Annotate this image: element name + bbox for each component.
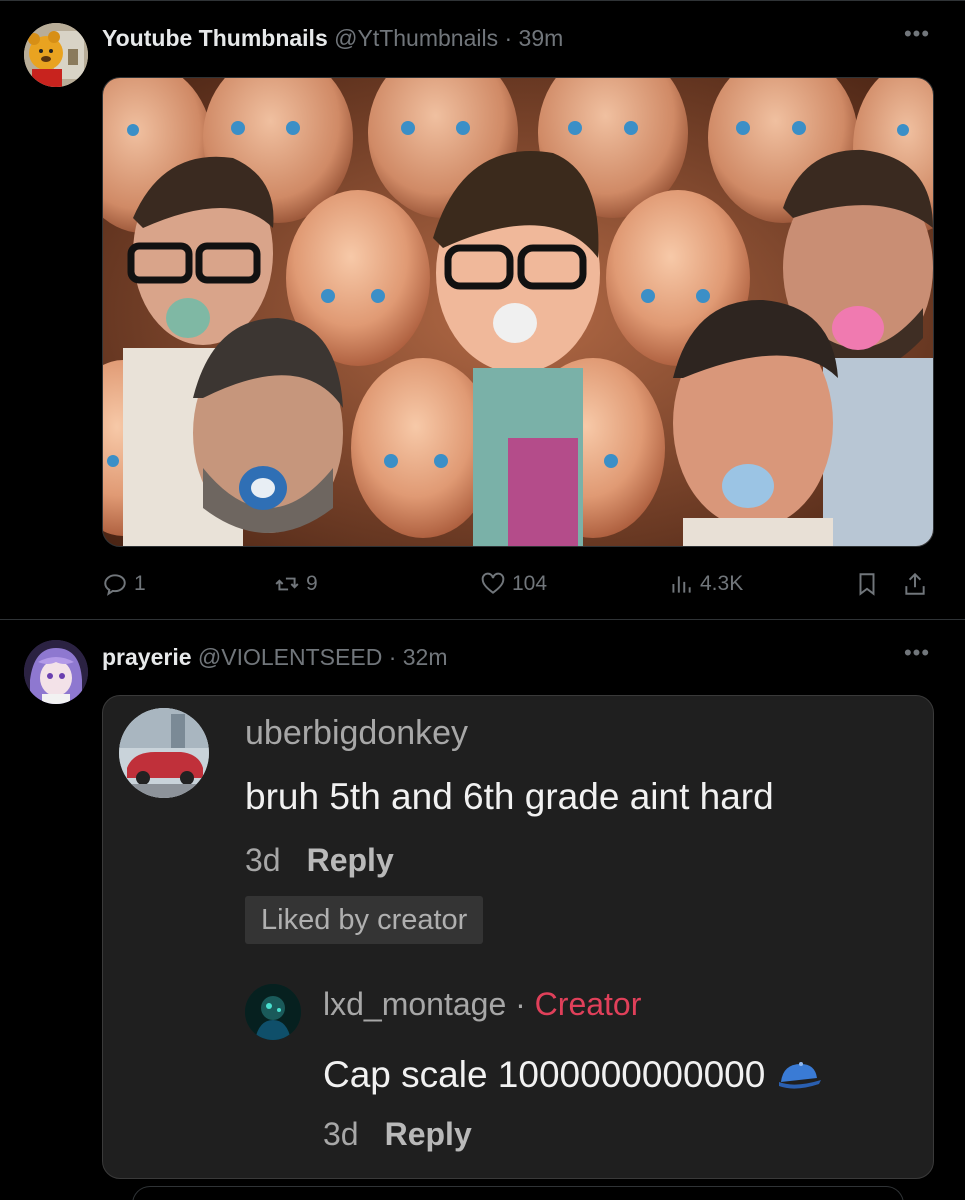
- tweet-post[interactable]: prayerie @VIOLENTSEED · 32m ••• uberbigd…: [0, 619, 965, 1200]
- neon-avatar-icon: [245, 984, 301, 1040]
- post-image[interactable]: uberbigdonkey bruh 5th and 6th grade ain…: [102, 695, 934, 1179]
- winnie-the-pooh-avatar-icon: [24, 23, 88, 87]
- reply-text: Cap scale 1000000000000: [323, 1054, 766, 1095]
- thumbnail-image-icon: [103, 78, 933, 546]
- timeline: Youtube Thumbnails @YtThumbnails · 39m •…: [0, 0, 965, 1200]
- timestamp[interactable]: 39m: [519, 25, 564, 51]
- separator-dot: ·: [388, 644, 397, 670]
- tweet-actions: 1 9 104 4.3K: [102, 564, 934, 604]
- creator-label: Creator: [534, 986, 642, 1022]
- commenter-avatar: [119, 708, 209, 798]
- more-options-icon[interactable]: •••: [899, 23, 935, 53]
- share-button[interactable]: [902, 564, 928, 604]
- reply-age: 3d: [323, 1116, 359, 1152]
- blue-cap-icon: [779, 1062, 822, 1089]
- reply-icon: [104, 574, 126, 596]
- commenter-username: uberbigdonkey: [245, 714, 469, 752]
- reply-meta: 3d Reply: [323, 1116, 472, 1153]
- handle[interactable]: @VIOLENTSEED: [198, 644, 382, 670]
- reply-text-line: Cap scale 1000000000000: [323, 1054, 823, 1096]
- like-count: 104: [512, 572, 548, 595]
- reply-username-line: lxd_montage · Creator: [323, 986, 641, 1023]
- avatar[interactable]: [24, 640, 88, 704]
- separator-dot: ·: [504, 25, 513, 51]
- bookmark-icon: [859, 573, 875, 596]
- separator-dot: ·: [515, 986, 526, 1022]
- retweet-count: 9: [306, 572, 318, 595]
- reply-reply-link: Reply: [384, 1116, 472, 1152]
- heart-icon: [481, 572, 505, 594]
- retweet-icon: [275, 577, 299, 591]
- tweet-post[interactable]: Youtube Thumbnails @YtThumbnails · 39m •…: [0, 0, 965, 619]
- anime-avatar-icon: [24, 640, 88, 704]
- more-options-icon[interactable]: •••: [899, 642, 935, 672]
- post-image[interactable]: [102, 77, 934, 547]
- comment-meta: 3d Reply: [245, 842, 394, 879]
- handle[interactable]: @YtThumbnails: [334, 25, 498, 51]
- like-button[interactable]: 104: [480, 564, 547, 604]
- comment-age: 3d: [245, 842, 281, 878]
- next-card-edge: [132, 1186, 904, 1200]
- liked-by-creator-badge: Liked by creator: [245, 896, 484, 944]
- analytics-icon: [672, 576, 691, 593]
- views-button[interactable]: 4.3K: [668, 564, 743, 604]
- post-header: Youtube Thumbnails @YtThumbnails · 39m: [102, 25, 563, 52]
- display-name[interactable]: Youtube Thumbnails: [102, 25, 328, 51]
- timestamp[interactable]: 32m: [403, 644, 448, 670]
- comment-reply-link: Reply: [306, 842, 394, 878]
- comment-text: bruh 5th and 6th grade aint hard: [245, 776, 774, 817]
- reply-count: 1: [134, 572, 146, 595]
- reply-username: lxd_montage: [323, 986, 507, 1022]
- reply-avatar: [245, 984, 301, 1040]
- avatar[interactable]: [24, 23, 88, 87]
- view-count: 4.3K: [700, 572, 744, 595]
- car-photo-icon: [119, 708, 209, 798]
- post-header: prayerie @VIOLENTSEED · 32m: [102, 644, 448, 671]
- display-name[interactable]: prayerie: [102, 644, 192, 670]
- reply-button[interactable]: 1: [102, 564, 146, 604]
- bookmark-button[interactable]: [854, 564, 880, 604]
- share-icon: [905, 572, 925, 595]
- retweet-button[interactable]: 9: [274, 564, 318, 604]
